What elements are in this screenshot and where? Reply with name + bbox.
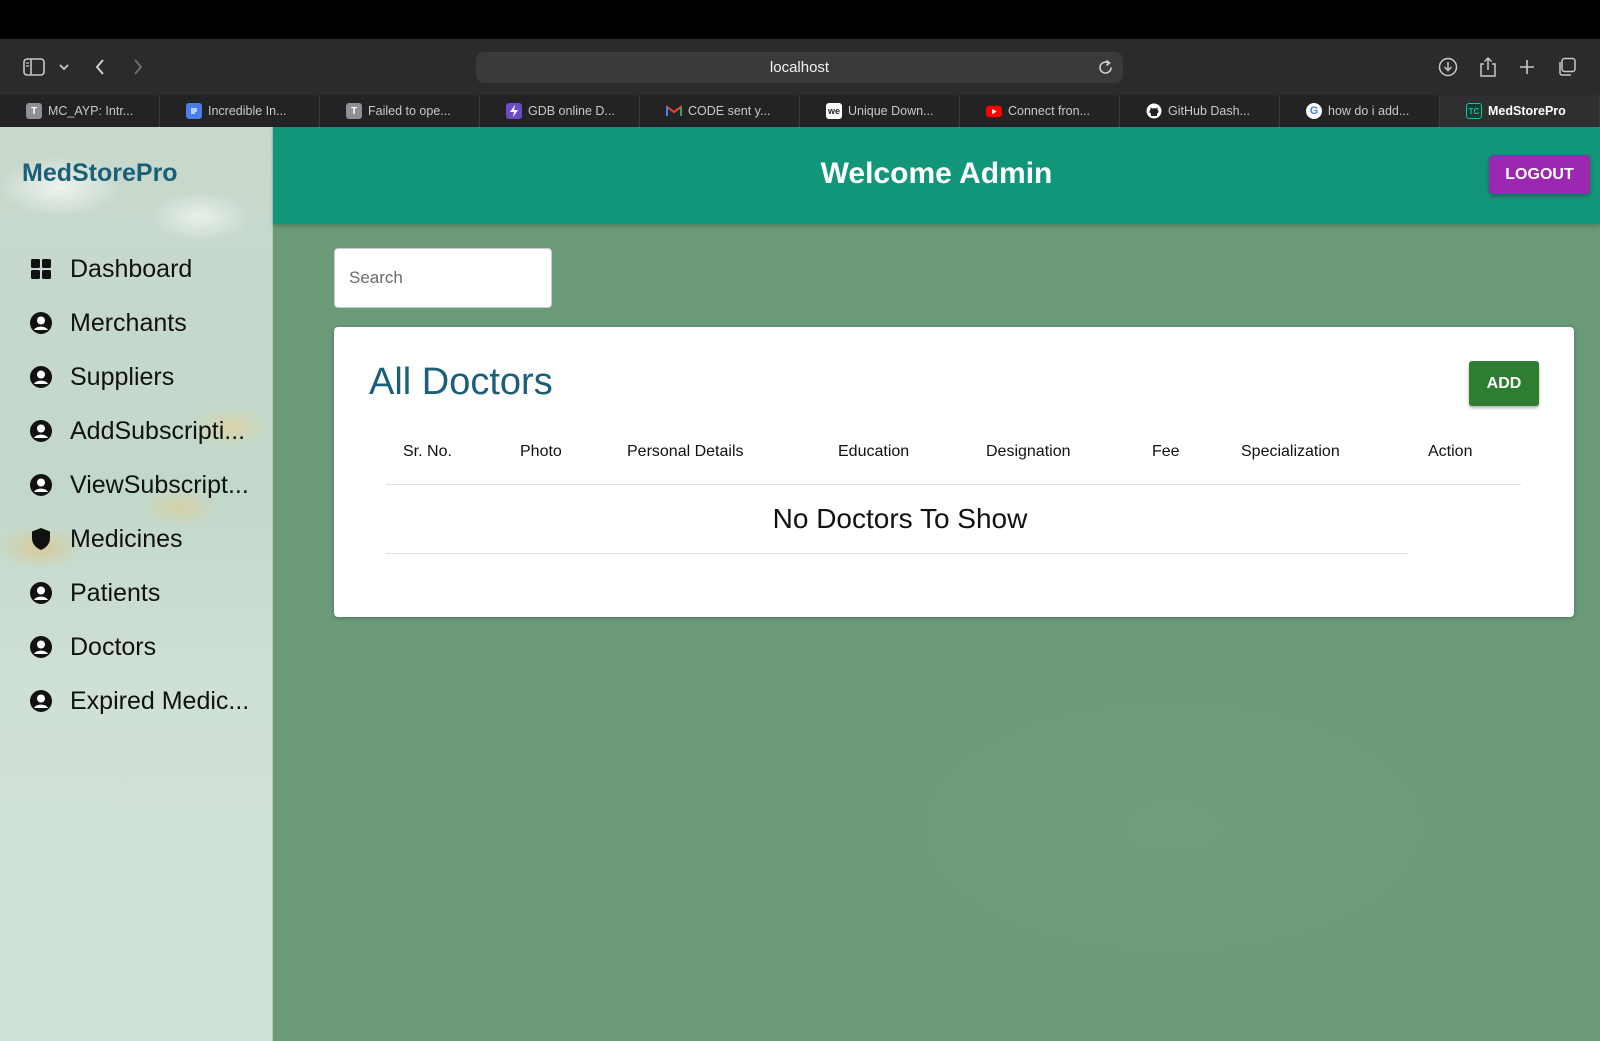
sidebar-item-label: Suppliers [70,362,175,391]
sidebar: MedStorePro Dashboard Merchants Supplier… [0,127,273,1041]
sidebar-item-add-subscription[interactable]: AddSubscripti... [28,411,258,451]
share-icon[interactable] [1474,53,1502,81]
user-circle-icon [28,634,54,660]
sidebar-item-merchants[interactable]: Merchants [28,303,258,343]
sidebar-item-label: Patients [70,578,161,607]
t-letter-icon: T [346,103,362,119]
t-letter-icon: T [26,103,42,119]
tab-failed[interactable]: T Failed to ope... [320,95,480,127]
tab-overview-icon[interactable] [1553,53,1581,81]
tab-label: CODE sent y... [688,104,771,118]
menu-bar-strip [0,0,1600,39]
screen: localhost T MC_AYP: Intr... Incredible I [0,0,1600,1041]
column-header-photo: Photo [520,443,562,460]
tab-gmail[interactable]: CODE sent y... [640,95,800,127]
youtube-icon [986,103,1002,119]
docs-icon [186,103,202,119]
forward-icon[interactable] [124,53,152,81]
sidebar-item-dashboard[interactable]: Dashboard [28,249,258,289]
user-circle-icon [28,472,54,498]
sidebar-item-label: Expired Medic... [70,686,250,715]
sidebar-toggle-icon[interactable] [20,53,48,81]
tab-unique[interactable]: we Unique Down... [800,95,960,127]
sidebar-item-label: Merchants [70,308,187,337]
tab-label: how do i add... [1328,104,1410,118]
app-header: Welcome Admin LOGOUT [273,127,1600,224]
table-divider [386,484,1521,485]
user-circle-icon [28,580,54,606]
tab-strip: T MC_AYP: Intr... Incredible In... T Fai… [0,95,1600,127]
chevron-down-icon[interactable] [50,53,78,81]
add-doctor-button[interactable]: ADD [1469,361,1539,406]
shield-icon [28,526,54,552]
we-icon: we [826,103,842,119]
user-circle-icon [28,310,54,336]
tab-label: GDB online D... [528,104,615,118]
user-circle-icon [28,688,54,714]
column-header-education: Education [838,443,910,460]
downloads-icon[interactable] [1434,53,1462,81]
page-title: Welcome Admin [820,157,1053,190]
browser-toolbar: localhost [0,39,1600,95]
tab-google[interactable]: G how do i add... [1280,95,1440,127]
address-bar[interactable]: localhost [476,52,1123,83]
tc-icon: TC [1466,103,1482,119]
new-tab-icon[interactable] [1513,53,1541,81]
column-header-fee: Fee [1152,443,1180,460]
column-header-personal-details: Personal Details [627,443,744,460]
main-content: Welcome Admin LOGOUT All Doctors ADD Sr.… [273,127,1600,1041]
tab-gdb[interactable]: GDB online D... [480,95,640,127]
sidebar-item-label: Medicines [70,524,183,553]
column-header-specialization: Specialization [1241,443,1340,460]
user-circle-icon [28,418,54,444]
tab-label: GitHub Dash... [1168,104,1250,118]
column-header-designation: Designation [986,443,1071,460]
reload-icon[interactable] [1096,58,1115,77]
tab-label: Failed to ope... [368,104,451,118]
tab-github[interactable]: GitHub Dash... [1120,95,1280,127]
google-icon: G [1306,103,1322,119]
back-icon[interactable] [86,53,114,81]
tab-label: Unique Down... [848,104,934,118]
sidebar-item-suppliers[interactable]: Suppliers [28,357,258,397]
column-header-action: Action [1428,443,1473,460]
tab-label: Incredible In... [208,104,287,118]
dashboard-grid-icon [28,256,54,282]
url-text: localhost [769,59,830,76]
doctors-card: All Doctors ADD Sr. No. Photo Personal D… [334,327,1574,617]
column-header-sr-no: Sr. No. [403,443,452,460]
sidebar-item-label: AddSubscripti... [70,416,246,445]
logout-button[interactable]: LOGOUT [1489,155,1590,194]
gmail-icon [666,103,682,119]
table-divider [386,553,1408,554]
sidebar-item-label: ViewSubscript... [70,470,249,499]
sidebar-item-expired-medicines[interactable]: Expired Medic... [28,681,258,721]
sidebar-item-doctors[interactable]: Doctors [28,627,258,667]
sidebar-item-patients[interactable]: Patients [28,573,258,613]
tab-label: MedStorePro [1488,104,1566,118]
card-title: All Doctors [369,361,553,403]
lightning-icon [506,103,522,119]
user-circle-icon [28,364,54,390]
tab-incredible[interactable]: Incredible In... [160,95,320,127]
search-input[interactable] [334,248,552,308]
sidebar-item-label: Dashboard [70,254,193,283]
brand-logo-text[interactable]: MedStorePro [22,159,178,188]
tab-medstorepro[interactable]: TC MedStorePro [1440,95,1600,127]
tab-label: MC_AYP: Intr... [48,104,134,118]
sidebar-item-label: Doctors [70,632,157,661]
github-icon [1146,103,1162,119]
empty-state-message: No Doctors To Show [772,503,1028,534]
sidebar-item-view-subscription[interactable]: ViewSubscript... [28,465,258,505]
tab-label: Connect fron... [1008,104,1090,118]
sidebar-item-medicines[interactable]: Medicines [28,519,258,559]
tab-youtube[interactable]: Connect fron... [960,95,1120,127]
tab-mc-ayp[interactable]: T MC_AYP: Intr... [0,95,160,127]
app: MedStorePro Dashboard Merchants Supplier… [0,127,1600,1041]
